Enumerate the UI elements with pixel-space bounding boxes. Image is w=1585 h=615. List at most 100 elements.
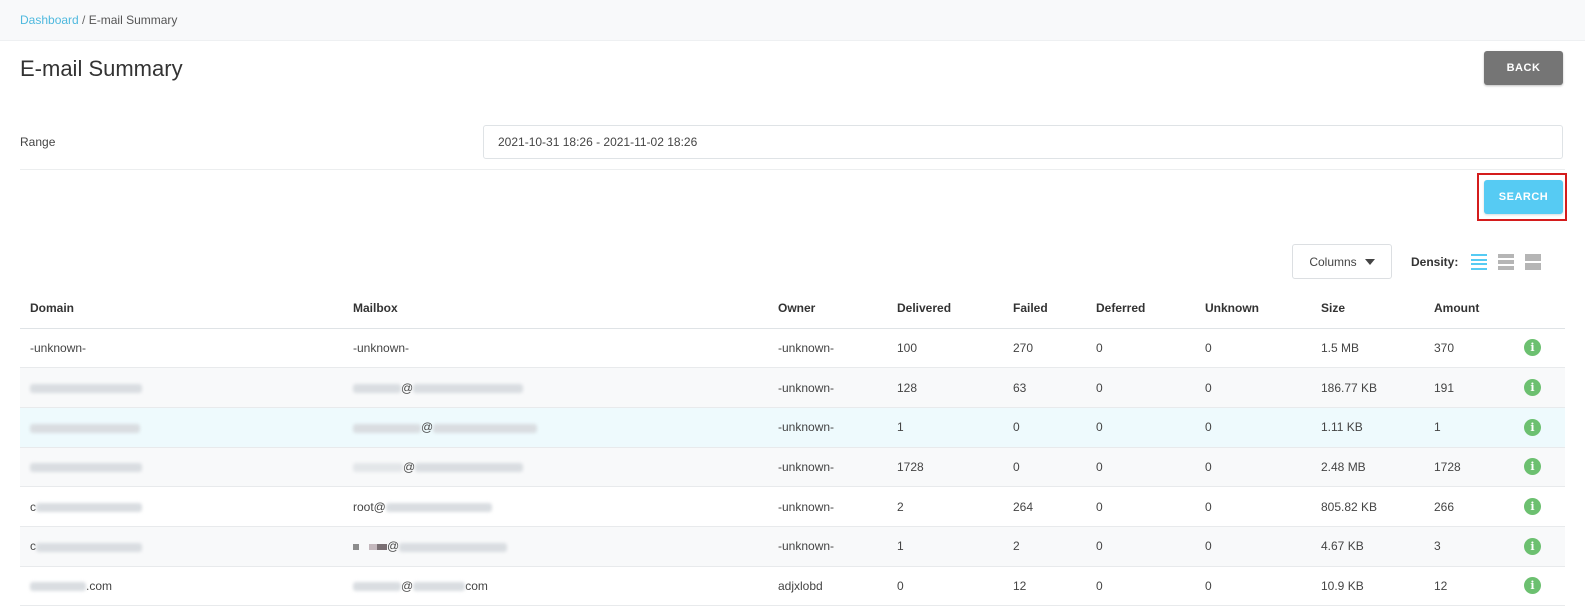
cell-size: 2.48 MB — [1311, 447, 1424, 488]
column-header-unknown[interactable]: Unknown — [1195, 288, 1311, 329]
cell-domain: -unknown- — [20, 328, 343, 369]
cell-mailbox: @ com — [343, 566, 768, 607]
info-icon[interactable]: i — [1524, 498, 1541, 516]
redacted-mailbox-domain — [399, 542, 508, 552]
column-header-failed[interactable]: Failed — [1003, 288, 1086, 329]
domain-text: .com — [86, 578, 113, 593]
table-row[interactable]: c @ -unknown- 1 2 0 0 4.67 KB 3 i — [20, 526, 1565, 567]
cell-owner: -unknown- — [768, 328, 887, 369]
table-row[interactable]: .com @ com adjxlobd 0 12 0 0 10.9 KB 12 i — [20, 566, 1565, 607]
breadcrumb-separator: / — [78, 13, 89, 27]
cell-domain — [20, 407, 343, 448]
range-value: 2021-10-31 18:26 - 2021-11-02 18:26 — [498, 135, 698, 149]
table-row[interactable]: @ -unknown- 128 63 0 0 186.77 KB 191 i — [20, 367, 1565, 408]
cell-amount: 370 — [1424, 328, 1524, 369]
table-row[interactable]: @ -unknown- 1 0 0 0 1.11 KB 1 i — [20, 407, 1565, 448]
cell-amount: 191 — [1424, 367, 1524, 408]
info-icon[interactable]: i — [1524, 577, 1541, 595]
cell-deferred: 0 — [1086, 486, 1195, 527]
redacted-domain — [30, 423, 140, 433]
breadcrumb-dashboard-link[interactable]: Dashboard — [20, 13, 79, 27]
info-icon[interactable]: i — [1524, 458, 1541, 476]
redacted-mark — [369, 544, 378, 551]
redacted-domain — [36, 542, 142, 552]
cell-info: i — [1524, 367, 1565, 408]
cell-unknown: 0 — [1195, 407, 1311, 448]
density-comfortable-icon[interactable] — [1525, 254, 1541, 270]
mailbox-text: @ — [403, 459, 416, 474]
cell-amount: 12 — [1424, 566, 1524, 607]
redacted-domain — [30, 582, 86, 592]
cell-owner: adjxlobd — [768, 566, 887, 607]
caret-down-icon — [1364, 258, 1375, 265]
redacted-mark — [377, 544, 388, 551]
breadcrumb: Dashboard / E-mail Summary — [20, 13, 177, 27]
cell-owner: -unknown- — [768, 447, 887, 488]
cell-failed: 63 — [1003, 367, 1086, 408]
column-header-deferred[interactable]: Deferred — [1086, 288, 1195, 329]
cell-failed: 264 — [1003, 486, 1086, 527]
mailbox-text: root@ — [353, 499, 386, 514]
cell-size: 1.5 MB — [1311, 328, 1424, 369]
range-label: Range — [20, 135, 56, 149]
info-icon[interactable]: i — [1524, 379, 1541, 397]
cell-failed: 270 — [1003, 328, 1086, 369]
cell-deferred: 0 — [1086, 328, 1195, 369]
column-header-size[interactable]: Size — [1311, 288, 1424, 329]
table-row[interactable]: @ -unknown- 1728 0 0 0 2.48 MB 1728 i — [20, 447, 1565, 488]
cell-owner: -unknown- — [768, 407, 887, 448]
column-header-domain[interactable]: Domain — [20, 288, 343, 329]
cell-delivered: 1 — [887, 407, 1003, 448]
domain-text: -unknown- — [30, 340, 87, 355]
table-row[interactable]: -unknown- -unknown- -unknown- 100 270 0 … — [20, 328, 1565, 369]
cell-amount: 1728 — [1424, 447, 1524, 488]
table-row[interactable]: c root@ -unknown- 2 264 0 0 805.82 KB 26… — [20, 486, 1565, 527]
cell-info: i — [1524, 486, 1565, 527]
info-icon[interactable]: i — [1524, 339, 1541, 357]
cell-size: 10.9 KB — [1311, 566, 1424, 607]
cell-owner: -unknown- — [768, 367, 887, 408]
mailbox-suffix: com — [465, 578, 488, 593]
density-label: Density: — [1411, 255, 1459, 269]
range-input[interactable]: 2021-10-31 18:26 - 2021-11-02 18:26 — [483, 125, 1563, 159]
mailbox-text: @ — [401, 380, 414, 395]
mailbox-text: @ — [401, 578, 414, 593]
info-icon[interactable]: i — [1524, 418, 1541, 436]
column-header-delivered[interactable]: Delivered — [887, 288, 1003, 329]
cell-delivered: 1 — [887, 526, 1003, 567]
cell-deferred: 0 — [1086, 447, 1195, 488]
redacted-mailbox-user — [353, 383, 401, 393]
column-header-mailbox[interactable]: Mailbox — [343, 288, 768, 329]
columns-dropdown[interactable]: Columns — [1292, 244, 1392, 279]
density-compact-icon[interactable] — [1471, 254, 1487, 270]
cell-domain — [20, 367, 343, 408]
cell-failed: 12 — [1003, 566, 1086, 607]
cell-unknown: 0 — [1195, 526, 1311, 567]
top-bar: Dashboard / E-mail Summary — [0, 0, 1585, 41]
cell-delivered: 1728 — [887, 447, 1003, 488]
cell-size: 1.11 KB — [1311, 407, 1424, 448]
cell-size: 4.67 KB — [1311, 526, 1424, 567]
density-standard-icon[interactable] — [1498, 254, 1514, 270]
redacted-mailbox-domain — [385, 502, 492, 512]
redacted-mailbox-domain — [413, 582, 466, 592]
redacted-mailbox-user — [353, 423, 421, 433]
info-icon[interactable]: i — [1524, 537, 1541, 555]
cell-owner: -unknown- — [768, 526, 887, 567]
cell-deferred: 0 — [1086, 367, 1195, 408]
cell-unknown: 0 — [1195, 447, 1311, 488]
cell-info: i — [1524, 328, 1565, 369]
cell-mailbox: root@ — [343, 486, 768, 527]
page-title: E-mail Summary — [20, 56, 183, 81]
cell-domain — [20, 447, 343, 488]
redacted-mailbox-domain — [415, 463, 524, 473]
search-button[interactable]: SEARCH — [1484, 180, 1563, 214]
mailbox-text: @ — [421, 420, 434, 435]
cell-delivered: 128 — [887, 367, 1003, 408]
redacted-mailbox-domain — [413, 383, 524, 393]
column-header-owner[interactable]: Owner — [768, 288, 887, 329]
cell-unknown: 0 — [1195, 566, 1311, 607]
column-header-amount[interactable]: Amount — [1424, 288, 1524, 329]
back-button[interactable]: BACK — [1484, 51, 1563, 85]
range-divider — [20, 169, 1565, 170]
